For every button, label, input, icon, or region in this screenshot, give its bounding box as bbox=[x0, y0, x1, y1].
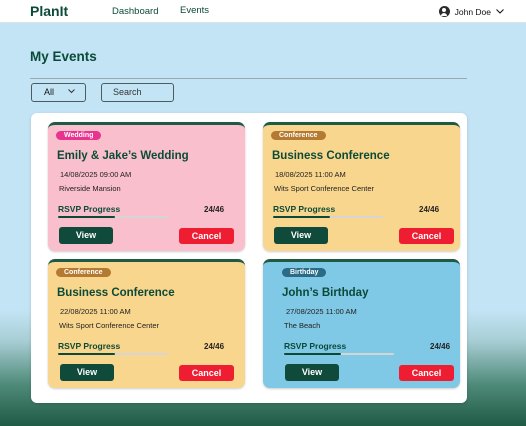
event-type-tag: Wedding bbox=[56, 131, 102, 140]
rsvp-progress-label: RSVP Progress bbox=[284, 341, 347, 351]
top-navbar: PlanIt Dashboard Events John Doe bbox=[0, 0, 526, 23]
user-avatar-icon bbox=[438, 6, 450, 17]
view-button[interactable]: View bbox=[285, 364, 339, 381]
event-title: Emily & Jake’s Wedding bbox=[57, 150, 189, 162]
event-type-tag: Conference bbox=[271, 131, 326, 140]
event-card: Birthday John’s Birthday 27/08/2025 11:0… bbox=[263, 259, 460, 388]
rsvp-count: 24/46 bbox=[419, 205, 440, 214]
view-button[interactable]: View bbox=[60, 364, 114, 381]
user-menu[interactable]: John Doe bbox=[438, 5, 504, 18]
event-venue: The Beach bbox=[284, 321, 321, 330]
rsvp-progress-fill bbox=[58, 216, 116, 218]
search-placeholder: Search bbox=[113, 87, 142, 97]
event-datetime: 22/08/2025 11:00 AM bbox=[60, 307, 131, 316]
event-card: Conference Business Conference 18/08/202… bbox=[263, 122, 460, 251]
event-venue: Wits Sport Conference Center bbox=[274, 184, 375, 193]
cancel-button[interactable]: Cancel bbox=[399, 365, 454, 381]
rsvp-progress-label: RSVP Progress bbox=[58, 204, 121, 214]
title-divider bbox=[30, 78, 467, 79]
view-button[interactable]: View bbox=[274, 227, 328, 244]
chevron-down-icon bbox=[496, 9, 504, 14]
user-name: John Doe bbox=[454, 6, 491, 17]
nav-link-dashboard[interactable]: Dashboard bbox=[112, 6, 158, 17]
view-button[interactable]: View bbox=[59, 227, 113, 244]
brand-logo[interactable]: PlanIt bbox=[30, 3, 68, 19]
rsvp-progress-fill bbox=[58, 353, 116, 355]
event-filter-select[interactable]: All bbox=[31, 83, 86, 102]
rsvp-progress-bar bbox=[284, 353, 394, 355]
event-venue: Riverside Mansion bbox=[59, 184, 121, 193]
event-type-tag: Birthday bbox=[282, 268, 327, 277]
rsvp-progress-fill bbox=[273, 216, 331, 218]
page-title: My Events bbox=[30, 49, 97, 64]
rsvp-progress-bar bbox=[58, 353, 168, 355]
chevron-down-icon bbox=[68, 89, 75, 94]
rsvp-count: 24/46 bbox=[430, 342, 451, 351]
filter-selected-value: All bbox=[44, 87, 55, 97]
rsvp-progress-bar bbox=[58, 216, 168, 218]
event-venue: Wits Sport Conference Center bbox=[59, 321, 160, 330]
event-title: Business Conference bbox=[57, 287, 175, 299]
rsvp-progress-bar bbox=[273, 216, 383, 218]
rsvp-progress-fill bbox=[284, 353, 342, 355]
rsvp-count: 24/46 bbox=[204, 342, 225, 351]
rsvp-progress-label: RSVP Progress bbox=[58, 341, 121, 351]
cancel-button[interactable]: Cancel bbox=[179, 228, 234, 244]
event-datetime: 18/08/2025 11:00 AM bbox=[275, 170, 346, 179]
rsvp-progress-label: RSVP Progress bbox=[273, 204, 336, 214]
event-title: Business Conference bbox=[272, 150, 390, 162]
event-card: Conference Business Conference 22/08/202… bbox=[48, 259, 245, 388]
event-title: John’s Birthday bbox=[282, 287, 369, 299]
event-type-tag: Conference bbox=[56, 268, 111, 277]
rsvp-count: 24/46 bbox=[204, 205, 225, 214]
event-card: Wedding Emily & Jake’s Wedding 14/08/202… bbox=[48, 122, 245, 251]
cancel-button[interactable]: Cancel bbox=[399, 228, 454, 244]
nav-link-events[interactable]: Events bbox=[180, 5, 209, 16]
event-datetime: 27/08/2025 11:00 AM bbox=[286, 307, 357, 316]
cancel-button[interactable]: Cancel bbox=[179, 365, 234, 381]
search-input[interactable]: Search bbox=[101, 83, 174, 102]
event-datetime: 14/08/2025 09:00 AM bbox=[60, 170, 132, 179]
